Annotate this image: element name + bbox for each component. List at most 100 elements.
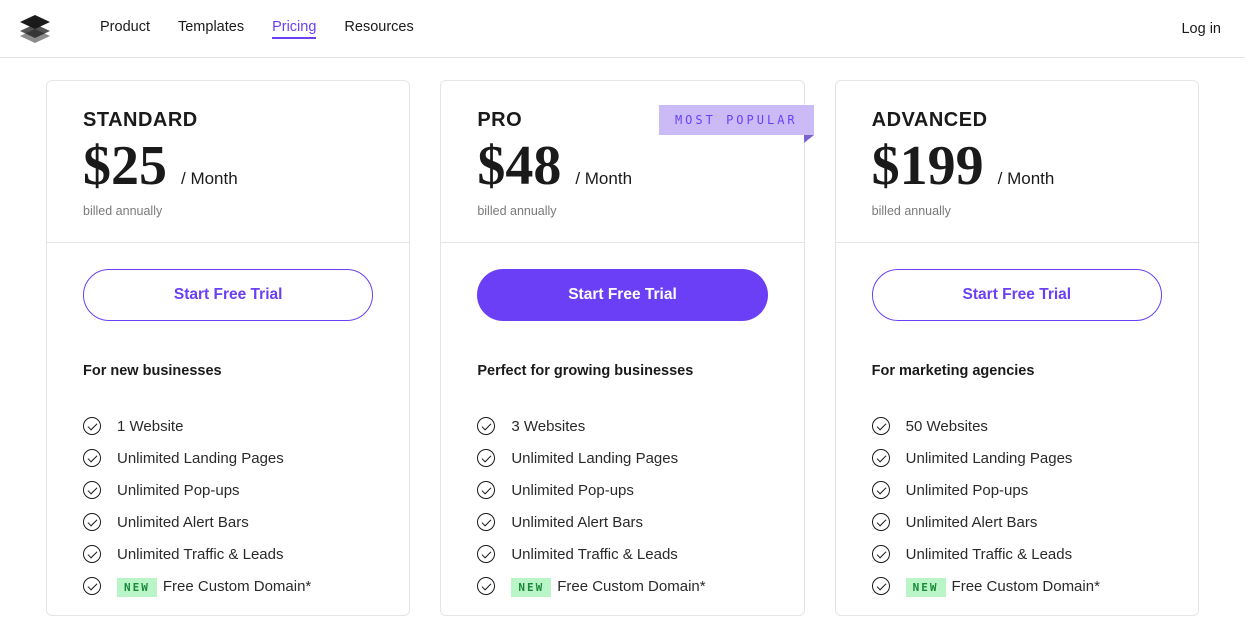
price: $199 — [872, 138, 984, 194]
price: $48 — [477, 138, 561, 194]
feature-text: NEWFree Custom Domain* — [117, 578, 311, 595]
feature-text: Unlimited Landing Pages — [511, 450, 678, 467]
billed-note: billed annually — [83, 204, 373, 218]
check-icon — [477, 513, 495, 531]
price-period: / Month — [998, 169, 1055, 189]
feature-text: Unlimited Pop-ups — [511, 482, 634, 499]
feature-list: 50 Websites Unlimited Landing Pages Unlimi… — [872, 417, 1162, 595]
feature-item: Unlimited Alert Bars — [83, 513, 373, 531]
feature-item: Unlimited Landing Pages — [83, 449, 373, 467]
feature-item: Unlimited Alert Bars — [477, 513, 767, 531]
feature-item: Unlimited Traffic & Leads — [872, 545, 1162, 563]
plan-tagline: For marketing agencies — [872, 363, 1162, 379]
feature-item: Unlimited Alert Bars — [872, 513, 1162, 531]
check-icon — [477, 481, 495, 499]
feature-text: Unlimited Traffic & Leads — [117, 546, 283, 563]
nav: Product Templates Pricing Resources — [100, 19, 414, 39]
plan-name: ADVANCED — [872, 109, 1162, 132]
check-icon — [872, 417, 890, 435]
check-icon — [872, 449, 890, 467]
plan-body: Start Free Trial For marketing agencies 50… — [836, 243, 1198, 615]
check-icon — [477, 545, 495, 563]
feature-text: Unlimited Landing Pages — [117, 450, 284, 467]
plan-name: STANDARD — [83, 109, 373, 132]
feature-text: Unlimited Pop-ups — [906, 482, 1029, 499]
feature-text: Unlimited Pop-ups — [117, 482, 240, 499]
check-icon — [477, 417, 495, 435]
nav-item-templates[interactable]: Templates — [178, 19, 244, 39]
plan-card-standard: STANDARD $25 / Month billed annually Start F… — [46, 80, 410, 616]
feature-item: 3 Websites — [477, 417, 767, 435]
pricing-plans: STANDARD $25 / Month billed annually Start F… — [0, 58, 1245, 616]
price-period: / Month — [575, 169, 632, 189]
check-icon — [83, 545, 101, 563]
plan-body: Start Free Trial Perfect for growing busi… — [441, 243, 803, 615]
feature-text: 3 Websites — [511, 418, 585, 435]
plan-card-pro: MOST POPULARPRO$48/ Monthbilled annually… — [440, 80, 804, 616]
logo-icon — [20, 15, 50, 43]
check-icon — [872, 545, 890, 563]
feature-item: Unlimited Pop-ups — [872, 481, 1162, 499]
feature-list: 1 Website Unlimited Landing Pages Unlimite… — [83, 417, 373, 595]
nav-item-pricing[interactable]: Pricing — [272, 19, 316, 39]
feature-item: Unlimited Pop-ups — [83, 481, 373, 499]
price-row: $48 / Month — [477, 138, 767, 194]
feature-item: Unlimited Traffic & Leads — [83, 545, 373, 563]
feature-text: NEWFree Custom Domain* — [906, 578, 1100, 595]
feature-item: 1 Website — [83, 417, 373, 435]
new-badge: NEW — [511, 578, 551, 597]
plan-tagline: Perfect for growing businesses — [477, 363, 767, 379]
logo[interactable] — [20, 15, 50, 43]
feature-text: Unlimited Traffic & Leads — [906, 546, 1072, 563]
feature-item: Unlimited Traffic & Leads — [477, 545, 767, 563]
feature-item: Unlimited Pop-ups — [477, 481, 767, 499]
check-icon — [83, 417, 101, 435]
feature-text: 1 Website — [117, 418, 183, 435]
price-row: $25 / Month — [83, 138, 373, 194]
start-free-trial-button[interactable]: Start Free Trial — [83, 269, 373, 321]
plan-header: MOST POPULARPRO$48/ Monthbilled annually — [441, 81, 803, 243]
feature-item: Unlimited Landing Pages — [872, 449, 1162, 467]
price-period: / Month — [181, 169, 238, 189]
feature-text: Unlimited Alert Bars — [906, 514, 1038, 531]
plan-card-advanced: ADVANCED $199 / Month billed annually Start … — [835, 80, 1199, 616]
plan-body: Start Free Trial For new businesses 1 Webs… — [47, 243, 409, 615]
feature-item: NEWFree Custom Domain* — [83, 577, 373, 595]
check-icon — [83, 577, 101, 595]
feature-item: Unlimited Landing Pages — [477, 449, 767, 467]
start-free-trial-button[interactable]: Start Free Trial — [872, 269, 1162, 321]
check-icon — [477, 577, 495, 595]
nav-item-resources[interactable]: Resources — [344, 19, 413, 39]
billed-note: billed annually — [872, 204, 1162, 218]
check-icon — [477, 449, 495, 467]
feature-text: NEWFree Custom Domain* — [511, 578, 705, 595]
check-icon — [872, 481, 890, 499]
new-badge: NEW — [906, 578, 946, 597]
feature-text: Unlimited Alert Bars — [117, 514, 249, 531]
new-badge: NEW — [117, 578, 157, 597]
most-popular-ribbon: MOST POPULAR — [659, 105, 814, 135]
check-icon — [872, 577, 890, 595]
plan-header: ADVANCED $199 / Month billed annually — [836, 81, 1198, 243]
check-icon — [872, 513, 890, 531]
header: Product Templates Pricing Resources Log in — [0, 0, 1245, 58]
price: $25 — [83, 138, 167, 194]
nav-item-product[interactable]: Product — [100, 19, 150, 39]
feature-list: 3 Websites Unlimited Landing Pages Unlimit… — [477, 417, 767, 595]
plan-header: STANDARD $25 / Month billed annually — [47, 81, 409, 243]
feature-item: NEWFree Custom Domain* — [477, 577, 767, 595]
feature-text: Unlimited Traffic & Leads — [511, 546, 677, 563]
check-icon — [83, 513, 101, 531]
price-row: $199 / Month — [872, 138, 1162, 194]
feature-item: 50 Websites — [872, 417, 1162, 435]
feature-text: 50 Websites — [906, 418, 988, 435]
check-icon — [83, 449, 101, 467]
feature-item: NEWFree Custom Domain* — [872, 577, 1162, 595]
login-link[interactable]: Log in — [1181, 21, 1221, 37]
feature-text: Unlimited Landing Pages — [906, 450, 1073, 467]
check-icon — [83, 481, 101, 499]
start-free-trial-button[interactable]: Start Free Trial — [477, 269, 767, 321]
billed-note: billed annually — [477, 204, 767, 218]
plan-tagline: For new businesses — [83, 363, 373, 379]
feature-text: Unlimited Alert Bars — [511, 514, 643, 531]
